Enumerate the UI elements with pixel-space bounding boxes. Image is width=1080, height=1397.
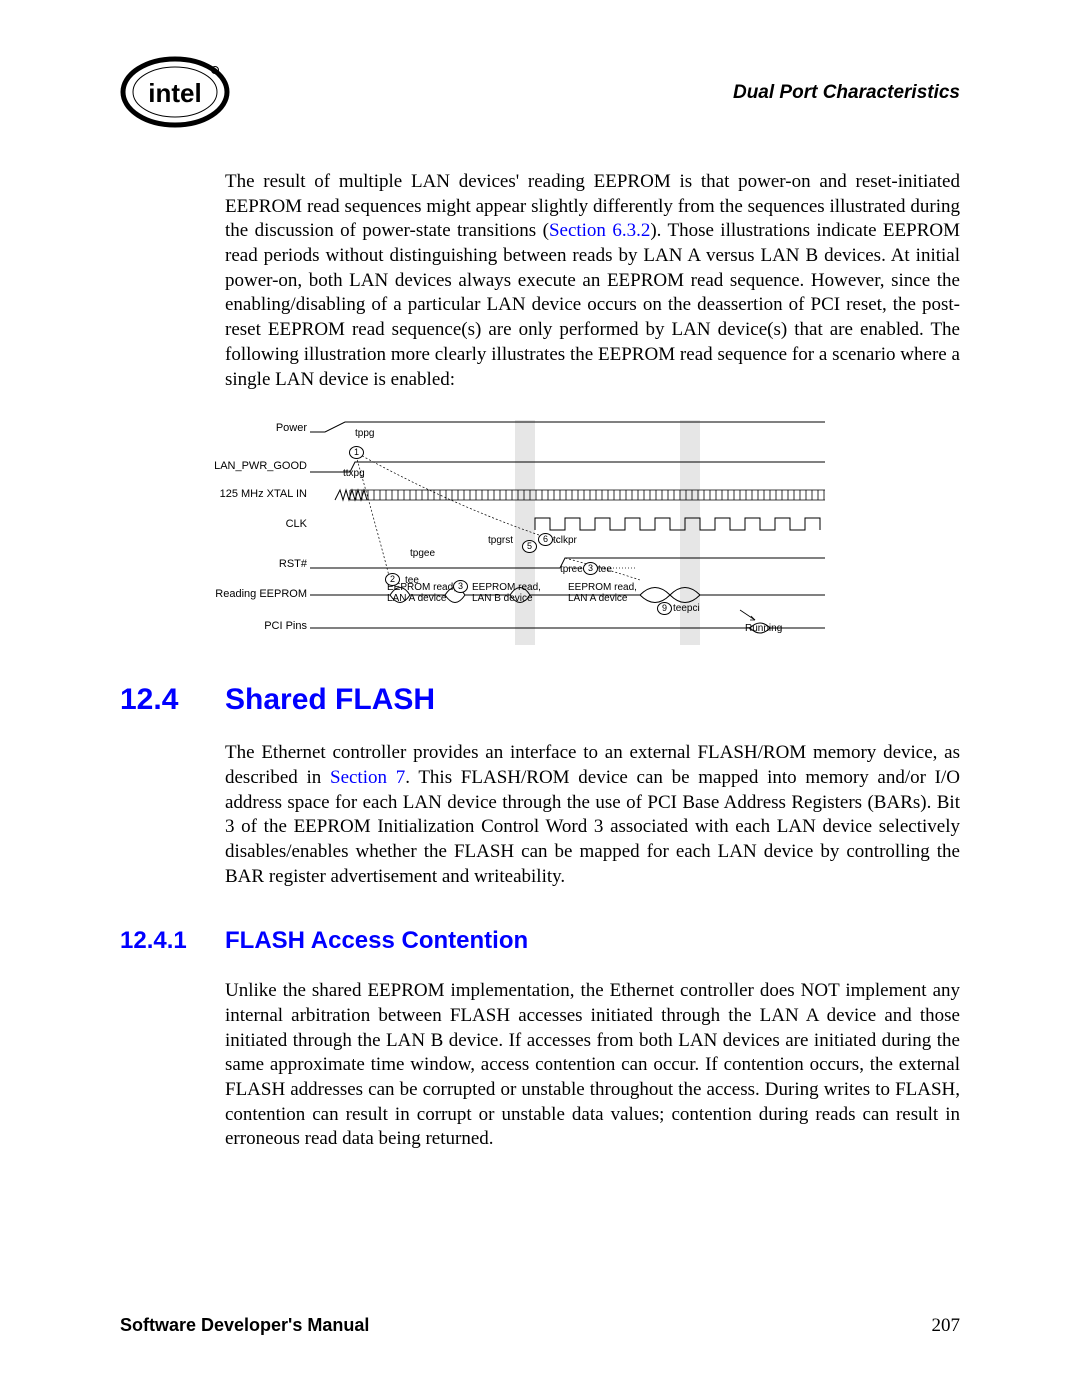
anno-tpgee: tpgee: [410, 548, 435, 559]
anno-ttxpg: ttxpg: [343, 468, 365, 479]
intel-logo: intel R: [120, 55, 230, 130]
anno-eeprom-b: EEPROM read,: [472, 582, 541, 593]
page-footer: Software Developer's Manual 207: [120, 1315, 960, 1337]
signal-lanpwrgood-label: LAN_PWR_GOOD: [187, 460, 307, 472]
para1-text-b: ). Those illustrations indicate EEPROM r…: [225, 220, 960, 389]
section-12-4-1-heading: 12.4.1 FLASH Access Contention: [120, 927, 960, 955]
anno-lan-b: LAN B device: [472, 593, 533, 604]
section-12-4-1-title: FLASH Access Contention: [225, 927, 528, 955]
signal-rst-label: RST#: [187, 558, 307, 570]
anno-tpree: tpree: [560, 564, 583, 575]
anno-eeprom-a2: EEPROM read,: [568, 582, 637, 593]
link-section-7[interactable]: Section 7: [330, 767, 405, 788]
anno-lan-a: LAN A device: [387, 593, 446, 604]
section-12-4-1-num: 12.4.1: [120, 927, 225, 955]
footer-manual-title: Software Developer's Manual: [120, 1315, 369, 1336]
signal-xtal-label: 125 MHz XTAL IN: [187, 488, 307, 500]
footer-page-number: 207: [932, 1315, 961, 1337]
page-header: intel R Dual Port Characteristics: [120, 55, 960, 130]
signal-pci-label: PCI Pins: [187, 620, 307, 632]
link-section-6-3-2[interactable]: Section 6.3.2: [549, 220, 650, 241]
anno-running: Running: [745, 623, 782, 634]
anno-tppg: tppg: [355, 428, 374, 439]
signal-power-label: Power: [187, 422, 307, 434]
section-12-4-title: Shared FLASH: [225, 683, 435, 717]
anno-lan-a2: LAN A device: [568, 593, 627, 604]
svg-text:intel: intel: [148, 78, 201, 108]
header-chapter-title: Dual Port Characteristics: [733, 82, 960, 104]
anno-tee2: tee: [598, 564, 612, 575]
anno-tpgrst: tpgrst: [488, 535, 513, 546]
timing-diagram: Power LAN_PWR_GOOD 125 MHz XTAL IN CLK R…: [225, 420, 960, 645]
intro-paragraph: The result of multiple LAN devices' read…: [225, 170, 960, 392]
section-12-4-1-paragraph: Unlike the shared EEPROM implementation,…: [225, 979, 960, 1152]
anno-teepci: teepci: [673, 603, 700, 614]
signal-clk-label: CLK: [187, 518, 307, 530]
anno-tclkpr: tclkpr: [553, 535, 577, 546]
section-12-4-heading: 12.4 Shared FLASH: [120, 683, 960, 717]
signal-reading-label: Reading EEPROM: [187, 588, 307, 600]
section-12-4-num: 12.4: [120, 683, 225, 717]
section-12-4-paragraph: The Ethernet controller provides an inte…: [225, 741, 960, 889]
